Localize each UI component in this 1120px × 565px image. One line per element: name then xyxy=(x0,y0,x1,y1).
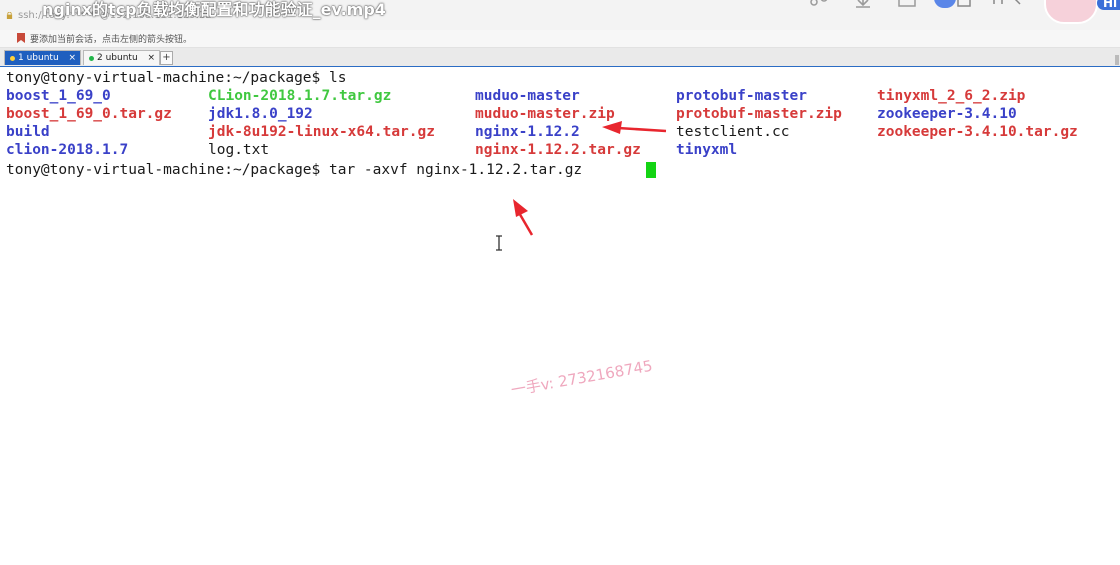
listing-entry: tinyxml xyxy=(676,142,738,158)
tab-close-icon[interactable]: × xyxy=(147,51,155,66)
listing-entry: boost_1_69_0 xyxy=(6,88,111,104)
listing-entry: clion-2018.1.7 xyxy=(6,142,129,158)
listing-entry: build xyxy=(6,124,50,140)
terminal-cursor xyxy=(646,162,656,178)
session-hint-bar: 要添加当前会话，点击左侧的箭头按钮。 xyxy=(0,30,1120,48)
tab-2-ubuntu[interactable]: 2 ubuntu × xyxy=(83,50,160,65)
hi-greeting-badge[interactable]: Hi xyxy=(1097,0,1120,10)
blue-badge-icon xyxy=(934,0,956,8)
listing-entry: jdk1.8.0_192 xyxy=(208,106,313,122)
listing-entry: nginx-1.12.2.tar.gz xyxy=(475,142,641,158)
hint-text: 要添加当前会话，点击左侧的箭头按钮。 xyxy=(30,35,193,45)
lock-icon xyxy=(6,12,13,19)
terminal-output[interactable]: tony@tony-virtual-machine:~/package$ ls … xyxy=(0,55,1120,565)
bookmark-icon[interactable] xyxy=(16,33,26,43)
status-dot-icon xyxy=(10,56,15,61)
annotation-arrow-icon xyxy=(513,199,534,236)
window-icon[interactable] xyxy=(956,0,976,10)
listing-entry: muduo-master xyxy=(475,88,580,104)
listing-entry: jdk-8u192-linux-x64.tar.gz xyxy=(208,124,435,140)
tab-close-icon[interactable]: × xyxy=(68,51,76,66)
avatar[interactable] xyxy=(1044,0,1098,24)
tab-label: 2 ubuntu xyxy=(97,53,138,63)
listing-entry: zookeeper-3.4.10.tar.gz xyxy=(877,124,1078,140)
listing-entry: nginx-1.12.2 xyxy=(475,124,580,140)
tab-1-ubuntu[interactable]: 1 ubuntu × xyxy=(4,50,81,65)
terminal-prompt-line: tony@tony-virtual-machine:~/package$ ls xyxy=(6,70,347,86)
share-icon[interactable] xyxy=(808,0,830,10)
window-title-bar: ssh://tony:******@192.168.131.129:22 ngi… xyxy=(0,0,1120,31)
listing-entry: testclient.cc xyxy=(676,124,790,140)
listing-entry: tinyxml_2_6_2.zip xyxy=(877,88,1026,104)
watermark: 一手v: 2732168745 xyxy=(509,356,654,400)
download-icon[interactable] xyxy=(852,0,874,10)
collect-icon[interactable] xyxy=(896,0,918,10)
session-tab-bar: 1 ubuntu × 2 ubuntu × + xyxy=(0,48,1120,68)
listing-entry: protobuf-master.zip xyxy=(676,106,842,122)
listing-entry: log.txt xyxy=(208,142,270,158)
tab-label: 1 ubuntu xyxy=(18,53,59,63)
status-dot-icon xyxy=(89,56,94,61)
video-title-overlay: nginx的tcp负载均衡配置和功能验证_ev.mp4 xyxy=(42,0,386,19)
annotation-arrow-icon xyxy=(602,121,667,134)
listing-entry: CLion-2018.1.7.tar.gz xyxy=(208,88,392,104)
terminal-command-line: tony@tony-virtual-machine:~/package$ tar… xyxy=(6,162,591,178)
listing-entry: protobuf-master xyxy=(676,88,807,104)
window-controls-icon[interactable] xyxy=(990,0,1030,10)
listing-entry: zookeeper-3.4.10 xyxy=(877,106,1017,122)
scroll-marker-icon[interactable] xyxy=(1114,55,1120,65)
listing-entry: boost_1_69_0.tar.gz xyxy=(6,106,172,122)
listing-entry: muduo-master.zip xyxy=(475,106,615,122)
text-cursor-icon xyxy=(496,235,502,251)
add-tab-button[interactable]: + xyxy=(160,51,173,65)
